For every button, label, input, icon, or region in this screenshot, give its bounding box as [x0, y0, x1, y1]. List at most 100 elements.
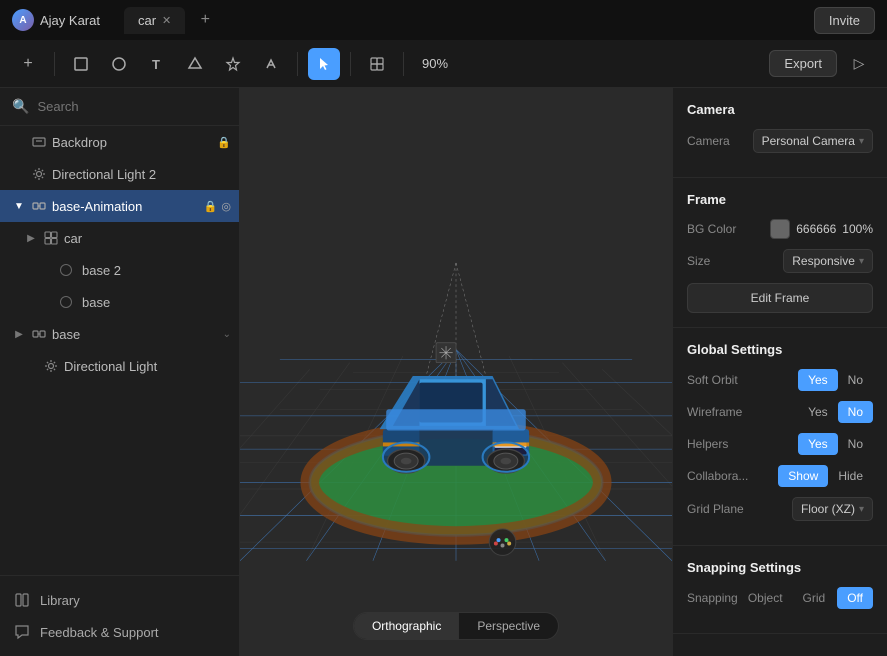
- user-name: Ajay Karat: [40, 13, 100, 28]
- sidebar: 🔍 Backdrop 🔒: [0, 88, 240, 656]
- sidebar-item-base-2[interactable]: base 2: [0, 254, 239, 286]
- viewport[interactable]: Orthographic Perspective: [240, 88, 672, 656]
- select-tool-button[interactable]: [308, 48, 340, 80]
- play-button[interactable]: ▷: [843, 48, 875, 80]
- main-layout: 🔍 Backdrop 🔒: [0, 88, 887, 656]
- svg-text:T: T: [152, 57, 160, 72]
- helpers-row: Helpers Yes No: [687, 433, 873, 455]
- add-tool-button[interactable]: +: [12, 48, 44, 80]
- collabora-show-button[interactable]: Show: [778, 465, 828, 487]
- sidebar-item-car-label: car: [64, 231, 231, 246]
- feedback-button[interactable]: Feedback & Support: [0, 616, 239, 648]
- wireframe-label: Wireframe: [687, 405, 742, 419]
- grid-plane-select[interactable]: Floor (XZ) ▾: [792, 497, 873, 521]
- size-row: Size Responsive ▾: [687, 249, 873, 273]
- invite-button[interactable]: Invite: [814, 7, 875, 34]
- polygon-tool-button[interactable]: [179, 48, 211, 80]
- color-picker-row: 666666 100%: [770, 219, 873, 239]
- sidebar-item-base-animation[interactable]: ▼ base-Animation 🔒 ◎: [0, 190, 239, 222]
- toolbar-divider-4: [403, 52, 404, 76]
- helpers-yes-button[interactable]: Yes: [798, 433, 838, 455]
- toolbar: + T: [0, 40, 887, 88]
- active-tab[interactable]: car ✕: [124, 7, 185, 34]
- snapping-row: Snapping Object Grid Off: [687, 587, 873, 609]
- pen-tool-button[interactable]: [255, 48, 287, 80]
- user-avatar: A: [12, 9, 34, 31]
- size-value: Responsive: [792, 254, 855, 268]
- tab-close-icon[interactable]: ✕: [162, 14, 171, 27]
- expand-icon: ▼: [12, 199, 26, 213]
- lock-icon: 🔒: [204, 200, 218, 213]
- base-animation-actions: 🔒 ◎: [204, 200, 231, 213]
- sidebar-item-directional-light[interactable]: Directional Light: [0, 350, 239, 382]
- circle-icon: [60, 264, 72, 276]
- star-tool-button[interactable]: [217, 48, 249, 80]
- bg-color-hex: 666666: [796, 222, 836, 236]
- search-input[interactable]: [37, 99, 227, 114]
- collabora-hide-button[interactable]: Hide: [828, 465, 873, 487]
- text-tool-button[interactable]: T: [141, 48, 173, 80]
- chevron-down-icon: ▾: [859, 256, 864, 267]
- sidebar-item-base-group[interactable]: ▶ base ⌄: [0, 318, 239, 350]
- search-icon: 🔍: [12, 98, 29, 115]
- soft-orbit-yes-button[interactable]: Yes: [798, 369, 838, 391]
- sidebar-item-base-child[interactable]: base: [0, 286, 239, 318]
- wireframe-yes-button[interactable]: Yes: [798, 401, 838, 423]
- toolbar-divider-3: [350, 52, 351, 76]
- sidebar-item-car[interactable]: ▶ car: [0, 222, 239, 254]
- sidebar-item-base2-label: base 2: [82, 263, 231, 278]
- rectangle-tool-button[interactable]: [65, 48, 97, 80]
- view-toggle: Orthographic Perspective: [353, 612, 559, 640]
- backdrop-icon: [32, 135, 46, 149]
- zoom-level: 90%: [414, 56, 456, 71]
- chevron-placeholder: [40, 263, 54, 277]
- visibility-icon: ◎: [221, 200, 231, 213]
- base-group-actions: ⌄: [223, 329, 231, 340]
- sidebar-item-backdrop[interactable]: Backdrop 🔒: [0, 126, 239, 158]
- edit-frame-button[interactable]: Edit Frame: [687, 283, 873, 313]
- camera-title: Camera: [687, 102, 873, 117]
- sidebar-item-backdrop-label: Backdrop: [52, 135, 211, 150]
- grid-plane-value: Floor (XZ): [801, 502, 855, 516]
- wireframe-row: Wireframe Yes No: [687, 401, 873, 423]
- toolbar-divider-2: [297, 52, 298, 76]
- camera-value: Personal Camera: [762, 134, 855, 148]
- helpers-no-button[interactable]: No: [838, 433, 873, 455]
- collabora-toggle: Show Hide: [778, 465, 873, 487]
- layer-tree: Backdrop 🔒: [0, 126, 239, 575]
- sidebar-item-dl2-label: Directional Light 2: [52, 167, 231, 182]
- circle-tool-button[interactable]: [103, 48, 135, 80]
- scene-canvas: [240, 88, 672, 656]
- chevron-down-icon: ⌄: [223, 329, 231, 340]
- backdrop-actions: 🔒: [217, 136, 231, 149]
- collabora-label: Collabora...: [687, 469, 748, 483]
- soft-orbit-no-button[interactable]: No: [838, 369, 873, 391]
- snapping-off-button[interactable]: Off: [837, 587, 873, 609]
- frame-section: Frame BG Color 666666 100% Size Responsi…: [673, 178, 887, 328]
- component-tool-button[interactable]: [361, 48, 393, 80]
- library-button[interactable]: Library: [0, 584, 239, 616]
- feedback-label: Feedback & Support: [40, 625, 159, 640]
- group2-icon: [32, 327, 46, 341]
- expand-icon: ▶: [24, 231, 38, 245]
- size-select[interactable]: Responsive ▾: [783, 249, 873, 273]
- component-icon: [44, 231, 58, 245]
- orthographic-button[interactable]: Orthographic: [354, 613, 459, 639]
- snapping-grid-button[interactable]: Grid: [795, 587, 834, 609]
- chevron-down-icon: ▾: [859, 504, 864, 515]
- wireframe-no-button[interactable]: No: [838, 401, 873, 423]
- perspective-button[interactable]: Perspective: [459, 613, 558, 639]
- chevron-placeholder: [24, 359, 38, 373]
- snapping-title: Snapping Settings: [687, 560, 873, 575]
- wireframe-toggle: Yes No: [798, 401, 873, 423]
- snapping-object-button[interactable]: Object: [740, 587, 791, 609]
- chevron-down-icon: ▾: [859, 136, 864, 147]
- soft-orbit-toggle: Yes No: [798, 369, 873, 391]
- lock-icon: 🔒: [217, 136, 231, 149]
- sidebar-item-directional-light-2[interactable]: Directional Light 2: [0, 158, 239, 190]
- export-button[interactable]: Export: [769, 50, 837, 77]
- bg-color-swatch[interactable]: [770, 219, 790, 239]
- new-tab-button[interactable]: +: [193, 8, 217, 32]
- collabora-row: Collabora... Show Hide: [687, 465, 873, 487]
- camera-select[interactable]: Personal Camera ▾: [753, 129, 873, 153]
